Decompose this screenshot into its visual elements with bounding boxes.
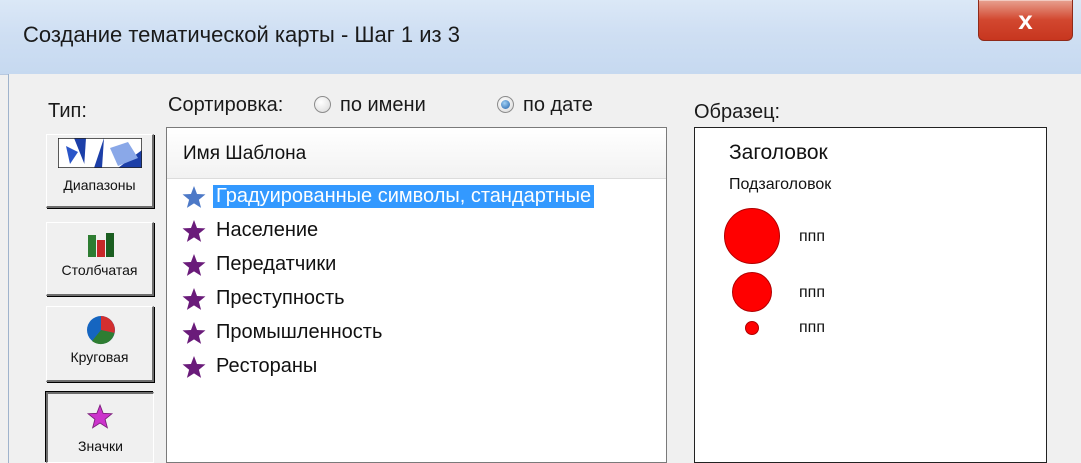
legend-label: ппп (799, 284, 825, 301)
list-item-label: Передатчики (216, 253, 337, 275)
star-icon (182, 220, 206, 242)
type-button-label: Столбчатая (61, 262, 138, 278)
sample-label: Образец: (694, 101, 781, 123)
legend-symbol-small (745, 321, 759, 335)
sample-preview: Заголовок Подзаголовок ппп ппп ппп (694, 127, 1047, 463)
bar-chart-icon (88, 233, 114, 257)
type-button-label: Диапазоны (63, 177, 136, 193)
sort-label: Сортировка: (168, 94, 284, 116)
sample-title: Заголовок (729, 141, 828, 164)
sort-by-date-radio[interactable] (497, 96, 514, 113)
type-button-pie[interactable]: Круговая (46, 306, 154, 382)
pie-chart-icon (87, 316, 115, 345)
list-item-label: Преступность (216, 287, 345, 309)
star-icon (182, 186, 206, 208)
close-icon: x (1018, 5, 1033, 35)
close-button[interactable]: x (978, 0, 1073, 41)
star-icon (182, 356, 206, 378)
legend-label: ппп (799, 319, 825, 336)
sort-by-name-radio[interactable] (314, 96, 331, 113)
dialog-window: Создание тематической карты - Шаг 1 из 3… (0, 0, 1081, 463)
list-item-label: Промышленность (216, 321, 383, 343)
sample-subtitle: Подзаголовок (729, 176, 832, 193)
list-item-label: Градуированные символы, стандартные (213, 185, 595, 208)
ranges-icon (58, 138, 142, 168)
legend-symbol-medium (732, 272, 772, 312)
star-icon (182, 254, 206, 276)
template-list[interactable]: Имя Шаблона Градуированные символы, стан… (166, 127, 667, 463)
star-icon (182, 288, 206, 310)
type-button-label: Круговая (70, 349, 129, 365)
star-icon (182, 322, 206, 344)
type-button-ranges[interactable]: Диапазоны (46, 134, 154, 208)
type-button-label: Значки (78, 438, 123, 454)
list-column-header[interactable]: Имя Шаблона (167, 128, 666, 179)
type-label: Тип: (48, 100, 87, 122)
list-item-label: Рестораны (216, 355, 318, 377)
title-bar: Создание тематической карты - Шаг 1 из 3… (0, 0, 1081, 75)
column-header-label: Имя Шаблона (183, 143, 307, 164)
legend-label: ппп (799, 228, 825, 245)
star-symbol-icon (86, 404, 114, 429)
legend-symbol-large (724, 208, 780, 264)
type-button-symbols[interactable]: Значки (46, 392, 154, 463)
sort-by-name-label[interactable]: по имени (340, 94, 426, 117)
list-item-label: Население (216, 219, 319, 241)
window-title: Создание тематической карты - Шаг 1 из 3 (23, 22, 460, 47)
type-button-bar[interactable]: Столбчатая (46, 222, 154, 296)
sort-by-date-label[interactable]: по дате (523, 94, 593, 117)
